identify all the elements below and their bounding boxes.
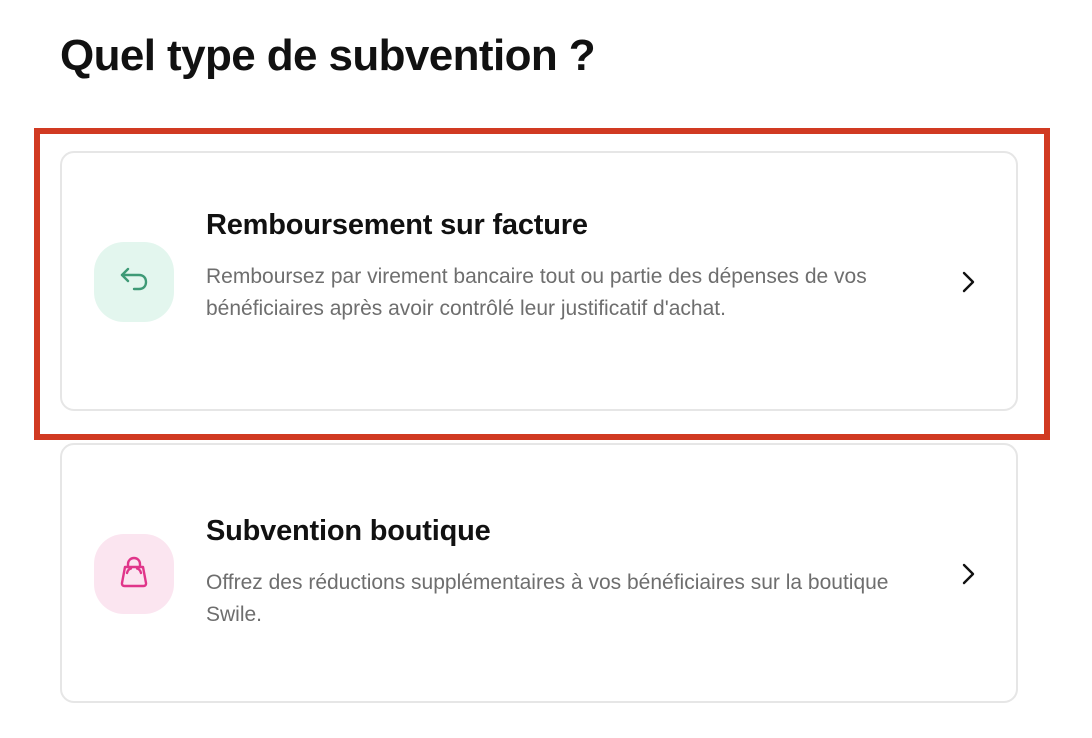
card-title: Remboursement sur facture	[206, 209, 588, 241]
card-description: Remboursez par virement bancaire tout ou…	[206, 265, 867, 320]
return-arrow-icon	[114, 260, 154, 305]
chevron-right-icon	[956, 562, 980, 586]
card-content: Remboursement sur facture Remboursez par…	[206, 207, 906, 325]
card-content: Subvention boutique Offrez des réduction…	[206, 513, 906, 631]
chevron-right-icon	[956, 270, 980, 294]
shopping-bag-icon	[114, 552, 154, 597]
option-card-subvention-boutique[interactable]: Subvention boutique Offrez des réduction…	[60, 443, 1018, 703]
option-card-remboursement-sur-facture[interactable]: Remboursement sur facture Remboursez par…	[60, 151, 1018, 411]
icon-tile	[94, 242, 174, 322]
icon-tile	[94, 534, 174, 614]
page-title: Quel type de subvention ?	[60, 31, 596, 80]
card-description: Offrez des réductions supplémentaires à …	[206, 571, 889, 626]
card-title: Subvention boutique	[206, 515, 491, 547]
subvention-type-page: Quel type de subvention ? Remboursement …	[0, 0, 1092, 738]
